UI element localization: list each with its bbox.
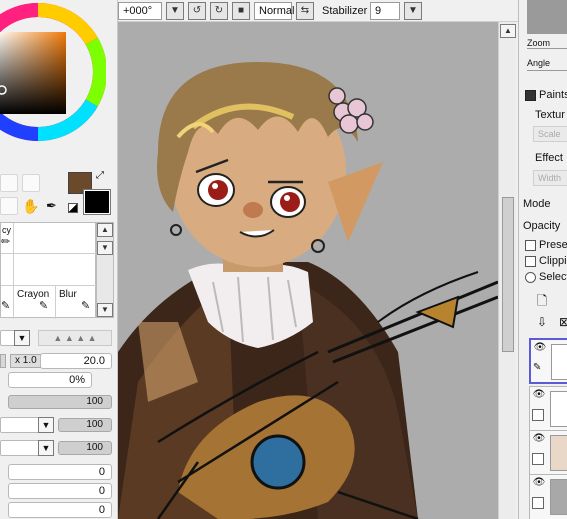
angle-label: Angle bbox=[527, 58, 551, 68]
lock-checkbox[interactable] bbox=[532, 453, 544, 465]
drawing-canvas[interactable] bbox=[118, 22, 498, 519]
brush-icon[interactable]: ✎ bbox=[1, 299, 10, 312]
slider-row-3[interactable]: 100 bbox=[58, 441, 112, 455]
pencil-icon[interactable]: ✏ bbox=[1, 235, 10, 248]
flip-horizontal-icon[interactable]: ⇆ bbox=[296, 2, 314, 20]
reset-rotation-icon[interactable]: ■ bbox=[232, 2, 250, 20]
eye-icon[interactable]: 👁 bbox=[533, 343, 547, 353]
blend-mode-select[interactable]: Normal bbox=[254, 2, 294, 20]
artwork bbox=[118, 62, 498, 519]
layer-thumbnail bbox=[550, 479, 567, 515]
effect-label: Effect bbox=[535, 152, 563, 164]
scroll-thumb[interactable] bbox=[502, 197, 514, 352]
eye-icon[interactable]: 👁 bbox=[532, 478, 546, 488]
swatch-slot[interactable] bbox=[0, 197, 18, 215]
rotate-right-icon[interactable]: ↻ bbox=[210, 2, 228, 20]
chevron-down-icon[interactable]: ▼ bbox=[38, 417, 54, 433]
top-toolbar: +000° ▼ ↺ ↻ ■ Normal ⇆ Stabilizer 9 ▼ bbox=[118, 0, 518, 22]
collapse-icon[interactable] bbox=[525, 90, 536, 101]
rotation-field[interactable]: +000° bbox=[118, 2, 162, 20]
swatch-slot[interactable] bbox=[22, 174, 40, 192]
stabilizer-label: Stabilizer bbox=[322, 5, 368, 17]
lock-checkbox[interactable] bbox=[532, 497, 544, 509]
eye-icon[interactable]: 👁 bbox=[532, 434, 546, 444]
lock-checkbox[interactable] bbox=[532, 409, 544, 421]
scroll-up-arrow[interactable]: ▲ bbox=[97, 223, 113, 237]
delete-layer-icon[interactable]: ⊠ bbox=[555, 313, 567, 331]
secondary-color-swatch[interactable] bbox=[83, 189, 111, 215]
properties-panel: Zoom Angle Paints Textur Scale Effect Wi… bbox=[518, 0, 567, 519]
width-field[interactable]: Width bbox=[533, 170, 567, 186]
crayon-icon[interactable]: ✎ bbox=[39, 299, 48, 312]
swap-colors-icon[interactable]: ⤢ bbox=[96, 170, 108, 182]
layer-item[interactable]: 👁 bbox=[529, 474, 567, 519]
brush-density-field[interactable]: 0% bbox=[8, 372, 92, 388]
color-wheel[interactable] bbox=[0, 0, 106, 168]
layer-item[interactable]: 👁 bbox=[529, 386, 567, 432]
chevron-down-icon[interactable]: ▼ bbox=[38, 440, 54, 456]
swatch-slot[interactable] bbox=[0, 174, 18, 192]
brush-scrollbar[interactable]: ▲ ▼ ▼ bbox=[96, 222, 114, 318]
layer-thumbnail bbox=[550, 391, 567, 427]
eye-icon[interactable]: 👁 bbox=[532, 390, 546, 400]
brush-size-field[interactable]: 20.0 bbox=[40, 353, 112, 369]
divider bbox=[527, 48, 567, 49]
tool-panel: ✋ ✒ ⤢ cy ✏ Crayon Blur ✎ ✎ ✎ ▲ ▼ ▼ ▼ ▲ ▲… bbox=[0, 0, 118, 519]
stabilizer-dropdown-icon[interactable]: ▼ bbox=[404, 2, 422, 20]
selection-label: Select bbox=[539, 271, 567, 283]
layer-thumbnail bbox=[551, 344, 567, 380]
hand-icon[interactable]: ✋ bbox=[22, 197, 40, 215]
canvas-vertical-scrollbar[interactable]: ▲ bbox=[498, 22, 516, 519]
selection-source-radio[interactable] bbox=[525, 272, 536, 283]
new-layer-icon[interactable]: 🗋 bbox=[533, 292, 551, 310]
layer-item[interactable]: 👁 bbox=[529, 430, 567, 476]
chevron-down-icon[interactable]: ▼ bbox=[14, 330, 30, 346]
slider-row-4[interactable]: 0 bbox=[8, 464, 112, 480]
divider bbox=[1, 253, 97, 254]
slider-row-2[interactable]: 100 bbox=[58, 418, 112, 432]
eyedropper-icon[interactable]: ✒ bbox=[46, 197, 60, 215]
divider bbox=[527, 70, 567, 71]
scroll-down-arrow[interactable]: ▼ bbox=[97, 303, 113, 317]
reset-colors-icon[interactable] bbox=[68, 203, 78, 213]
divider bbox=[13, 223, 14, 319]
brush-tip-shapes[interactable]: ▲ ▲ ▲ ▲ bbox=[38, 330, 112, 346]
rotation-dropdown-icon[interactable]: ▼ bbox=[166, 2, 184, 20]
clipping-label: Clippin bbox=[539, 255, 567, 267]
pen-icon: ✎ bbox=[533, 362, 542, 373]
rotate-left-icon[interactable]: ↺ bbox=[188, 2, 206, 20]
navigator-preview[interactable] bbox=[527, 0, 567, 34]
layer-item-selected[interactable]: 👁 ✎ bbox=[529, 338, 567, 384]
layer-thumbnail bbox=[550, 435, 567, 471]
slider-row-5[interactable]: 0 bbox=[8, 483, 112, 499]
scroll-up-arrow[interactable]: ▲ bbox=[500, 24, 516, 38]
preserve-opacity-checkbox[interactable] bbox=[525, 240, 536, 251]
divider bbox=[55, 285, 56, 319]
texture-label: Textur bbox=[535, 109, 565, 121]
merge-down-icon[interactable]: ⇩ bbox=[533, 313, 551, 331]
scroll-down-small-arrow[interactable]: ▼ bbox=[97, 241, 113, 255]
clipping-checkbox[interactable] bbox=[525, 256, 536, 267]
zoom-label: Zoom bbox=[527, 38, 551, 48]
brush-label-blur: Blur bbox=[59, 289, 77, 300]
size-range-button[interactable] bbox=[0, 354, 6, 368]
slider-row-6[interactable]: 0 bbox=[8, 502, 112, 518]
stabilizer-field[interactable]: 9 bbox=[370, 2, 400, 20]
paint-section-label: Paints bbox=[539, 89, 567, 101]
divider bbox=[1, 285, 97, 286]
scale-field[interactable]: Scale bbox=[533, 126, 567, 142]
opacity-label: Opacity bbox=[523, 220, 561, 232]
brush-label-partial: cy bbox=[2, 225, 11, 235]
blur-icon[interactable]: ✎ bbox=[81, 299, 90, 312]
preserve-label: Prese bbox=[539, 239, 567, 251]
mode-label: Mode bbox=[523, 198, 551, 210]
brush-tool-grid: cy ✏ Crayon Blur ✎ ✎ ✎ bbox=[0, 222, 97, 319]
slider-row-1[interactable]: 100 bbox=[8, 395, 112, 409]
